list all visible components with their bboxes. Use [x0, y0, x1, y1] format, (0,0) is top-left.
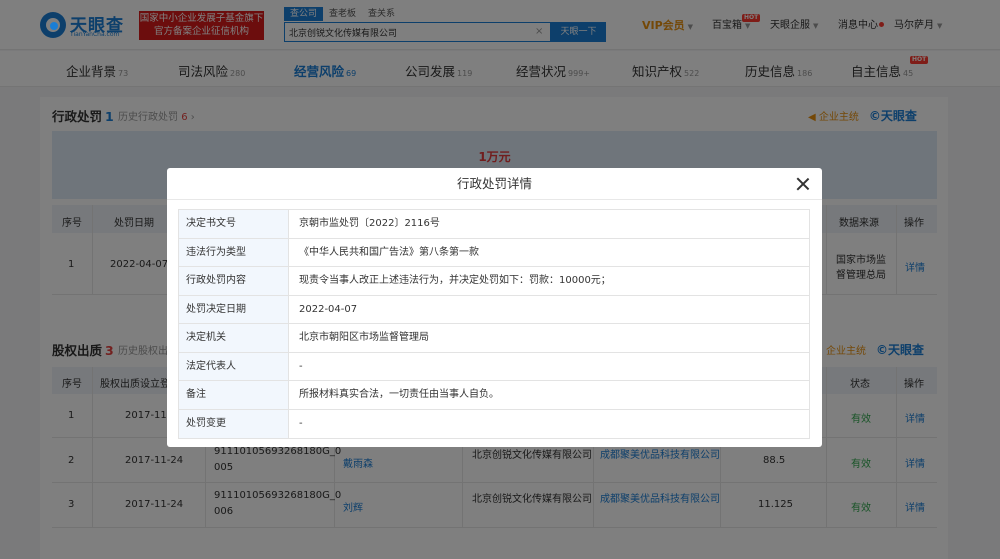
detail-value: 《中华人民共和国广告法》第八条第一款 — [299, 246, 479, 258]
close-icon[interactable] — [795, 176, 811, 192]
detail-row: 处罚变更 - — [179, 409, 809, 438]
detail-row: 行政处罚内容 现责令当事人改正上述违法行为，并决定处罚如下：罚款：10000元； — [179, 267, 809, 296]
detail-table: 决定书文号 京朝市监处罚〔2022〕2116号 违法行为类型 《中华人民共和国广告法… — [178, 209, 810, 439]
detail-value: 所报材料真实合法，一切责任由当事人自负。 — [299, 389, 499, 400]
detail-value: - — [299, 360, 303, 372]
detail-value: - — [299, 417, 303, 429]
detail-key: 处罚决定日期 — [179, 295, 289, 323]
detail-key: 处罚变更 — [179, 409, 289, 438]
modal-title: 行政处罚详情 — [167, 168, 822, 200]
detail-row: 违法行为类型 《中华人民共和国广告法》第八条第一款 — [179, 238, 809, 267]
penalty-detail-modal: 行政处罚详情 决定书文号 京朝市监处罚〔2022〕2116号 违法行为类型 《中华人… — [167, 168, 822, 447]
detail-value: 现责令当事人改正上述违法行为，并决定处罚如下：罚款：10000元； — [299, 275, 611, 286]
detail-row: 法定代表人 - — [179, 352, 809, 381]
detail-value: 北京市朝阳区市场监督管理局 — [299, 332, 429, 343]
detail-key: 决定机关 — [179, 324, 289, 352]
detail-value: 2022-04-07 — [299, 303, 358, 315]
detail-row: 决定书文号 京朝市监处罚〔2022〕2116号 — [179, 210, 809, 239]
detail-row: 决定机关 北京市朝阳区市场监督管理局 — [179, 324, 809, 353]
detail-key: 决定书文号 — [179, 210, 289, 238]
detail-value: 京朝市监处罚〔2022〕2116号 — [299, 218, 440, 229]
detail-row: 处罚决定日期 2022-04-07 — [179, 295, 809, 324]
detail-row: 备注 所报材料真实合法，一切责任由当事人自负。 — [179, 381, 809, 410]
detail-key: 违法行为类型 — [179, 238, 289, 266]
detail-key: 备注 — [179, 381, 289, 409]
detail-key: 行政处罚内容 — [179, 267, 289, 295]
detail-key: 法定代表人 — [179, 352, 289, 380]
